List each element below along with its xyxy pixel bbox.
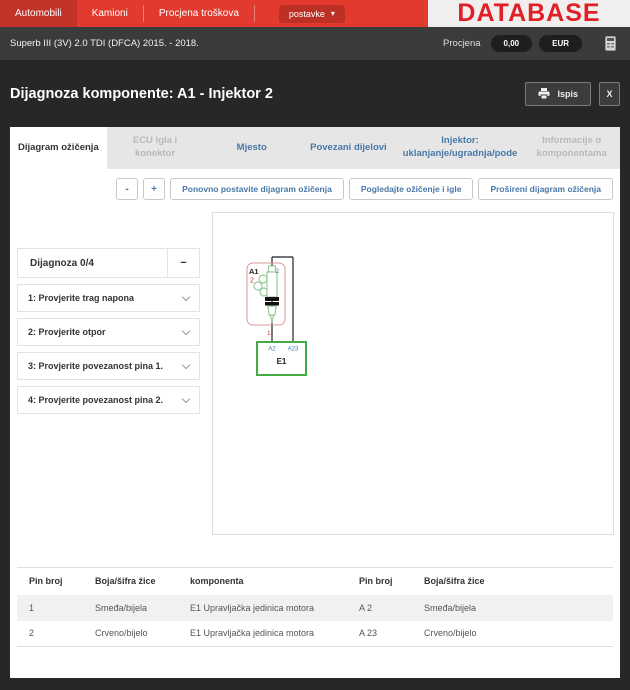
- chevron-down-icon: [181, 394, 191, 403]
- diagnosis-header-label: Dijagnoza 0/4: [30, 257, 94, 269]
- diagnosis-step-label: 3: Provjerite povezanost pina 1.: [28, 361, 164, 371]
- cell-pin: A 2: [359, 602, 373, 613]
- print-button-label: Ispis: [557, 88, 578, 99]
- diagnosis-header: Dijagnoza 0/4 −: [17, 248, 200, 278]
- cell-pin: 2: [29, 628, 35, 639]
- diagnosis-step-4[interactable]: 4: Provjerite povezanost pina 2.: [17, 386, 200, 414]
- printer-icon: [538, 88, 550, 99]
- diagnosis-accordion: Dijagnoza 0/4 − 1: Provjerite trag napon…: [17, 248, 200, 414]
- extended-diagram-button[interactable]: Prošireni dijagram ožičenja: [478, 178, 613, 200]
- cell-pin: 1: [29, 602, 35, 613]
- currency-badge[interactable]: EUR: [539, 35, 582, 52]
- cell-wire-color: Crveno/bijelo: [95, 628, 148, 639]
- ecu-pin-a23-label: A23: [288, 347, 299, 353]
- col-header-komponenta: komponenta: [190, 576, 244, 587]
- chevron-down-icon: [181, 292, 191, 301]
- collapse-button[interactable]: −: [167, 249, 199, 277]
- diagram-toolbar: - + Ponovno postavite dijagram ožičenja …: [10, 178, 613, 200]
- diagnosis-step-2[interactable]: 2: Provjerite otpor: [17, 318, 200, 346]
- diagnosis-step-1[interactable]: 1: Provjerite trag napona: [17, 284, 200, 312]
- vehicle-name: Superb III (3V) 2.0 TDI (DFCA) 2015. - 2…: [10, 38, 199, 49]
- tab-strip: Dijagram ožičenja ECU igla i konektor Mj…: [10, 127, 620, 169]
- tab-mjesto[interactable]: Mjesto: [203, 127, 300, 169]
- col-header-pin-broj-2: Pin broj: [359, 576, 393, 587]
- diagnosis-step-label: 4: Provjerite povezanost pina 2.: [28, 395, 164, 405]
- estimate-label: Procjena: [443, 38, 481, 49]
- cell-component: E1 Upravljačka jedinica motora: [190, 628, 315, 639]
- tab-injektor-uklanjanje[interactable]: Injektor: uklanjanje/ugradnja/pode: [397, 127, 524, 169]
- nav-item-procjena-troskova[interactable]: Procjena troškova: [144, 0, 254, 27]
- component-id-label: A1: [249, 267, 259, 276]
- print-button[interactable]: Ispis: [525, 81, 591, 106]
- cell-wire-color: Crveno/bijelo: [424, 628, 477, 639]
- diagnosis-step-label: 2: Provjerite otpor: [28, 327, 106, 337]
- zoom-out-button[interactable]: -: [116, 178, 139, 200]
- tab-ecu-igla-i-konektor: ECU igla i konektor: [132, 135, 178, 159]
- col-header-boja-1: Boja/šifra žice: [95, 576, 156, 587]
- brand-logo: DATABASE: [428, 0, 630, 27]
- pin-table: Pin broj Boja/šifra žice komponenta Pin …: [17, 567, 613, 647]
- calculator-icon[interactable]: [605, 36, 616, 51]
- main-panel: Dijagram ožičenja ECU igla i konektor Mj…: [10, 127, 620, 678]
- cell-component: E1 Upravljačka jedinica motora: [190, 602, 315, 613]
- wiring-diagram-svg: A1 2 2 1 A2 A23 E1: [246, 256, 307, 376]
- page-title: Dijagnoza komponente: A1 - Injektor 2: [10, 85, 273, 102]
- cell-wire-color: Smeđa/bijela: [95, 602, 148, 613]
- pin-table-header-row: Pin broj Boja/šifra žice komponenta Pin …: [17, 567, 613, 595]
- tab-dijagram-ozicenja[interactable]: Dijagram ožičenja: [10, 127, 107, 169]
- diagnosis-step-label: 1: Provjerite trag napona: [28, 293, 135, 303]
- top-nav: Automobili Kamioni Procjena troškova pos…: [0, 0, 630, 27]
- component-pin-count-label: 2: [250, 278, 254, 285]
- nav-item-automobili[interactable]: Automobili: [0, 0, 77, 27]
- estimate-value-badge[interactable]: 0,00: [490, 35, 533, 52]
- zoom-in-button[interactable]: +: [143, 178, 166, 200]
- ecu-pin-a2-label: A2: [268, 347, 276, 353]
- reset-diagram-button[interactable]: Ponovno postavite dijagram ožičenja: [170, 178, 344, 200]
- ecu-id-label: E1: [277, 357, 287, 366]
- chevron-down-icon: ▾: [330, 8, 335, 18]
- nav-separator: [253, 5, 255, 22]
- brand-logo-text: DATABASE: [457, 0, 601, 27]
- settings-dropdown-button[interactable]: postavke ▾: [278, 4, 345, 23]
- pin-top-label: 2: [276, 268, 280, 275]
- vehicle-bar: Superb III (3V) 2.0 TDI (DFCA) 2015. - 2…: [0, 27, 630, 60]
- wiring-diagram-canvas[interactable]: A1 2 2 1 A2 A23 E1: [212, 212, 614, 535]
- tab-informacije-o-komponentama: Informacije o komponentama: [536, 135, 607, 159]
- close-icon: X: [606, 88, 613, 99]
- table-row[interactable]: 2 Crveno/bijelo E1 Upravljačka jedinica …: [17, 621, 613, 647]
- dialog-header: Dijagnoza komponente: A1 - Injektor 2 Is…: [10, 60, 620, 127]
- table-row[interactable]: 1 Smeđa/bijela E1 Upravljačka jedinica m…: [17, 594, 613, 621]
- col-header-pin-broj-1: Pin broj: [29, 576, 63, 587]
- tab-povezani-dijelovi[interactable]: Povezani dijelovi: [300, 127, 397, 169]
- pin-bottom-label: 1: [267, 330, 271, 337]
- settings-label: postavke: [288, 8, 325, 19]
- col-header-boja-2: Boja/šifra žice: [424, 576, 485, 587]
- cell-pin: A 23: [359, 628, 378, 639]
- minus-icon: −: [180, 257, 187, 269]
- diagnosis-step-3[interactable]: 3: Provjerite povezanost pina 1.: [17, 352, 200, 380]
- chevron-down-icon: [181, 360, 191, 369]
- close-button[interactable]: X: [599, 81, 620, 106]
- chevron-down-icon: [181, 326, 191, 335]
- view-wiring-pins-button[interactable]: Pogledajte ožičenje i igle: [348, 178, 474, 200]
- cell-wire-color: Smeđa/bijela: [424, 602, 477, 613]
- nav-item-kamioni[interactable]: Kamioni: [77, 0, 143, 27]
